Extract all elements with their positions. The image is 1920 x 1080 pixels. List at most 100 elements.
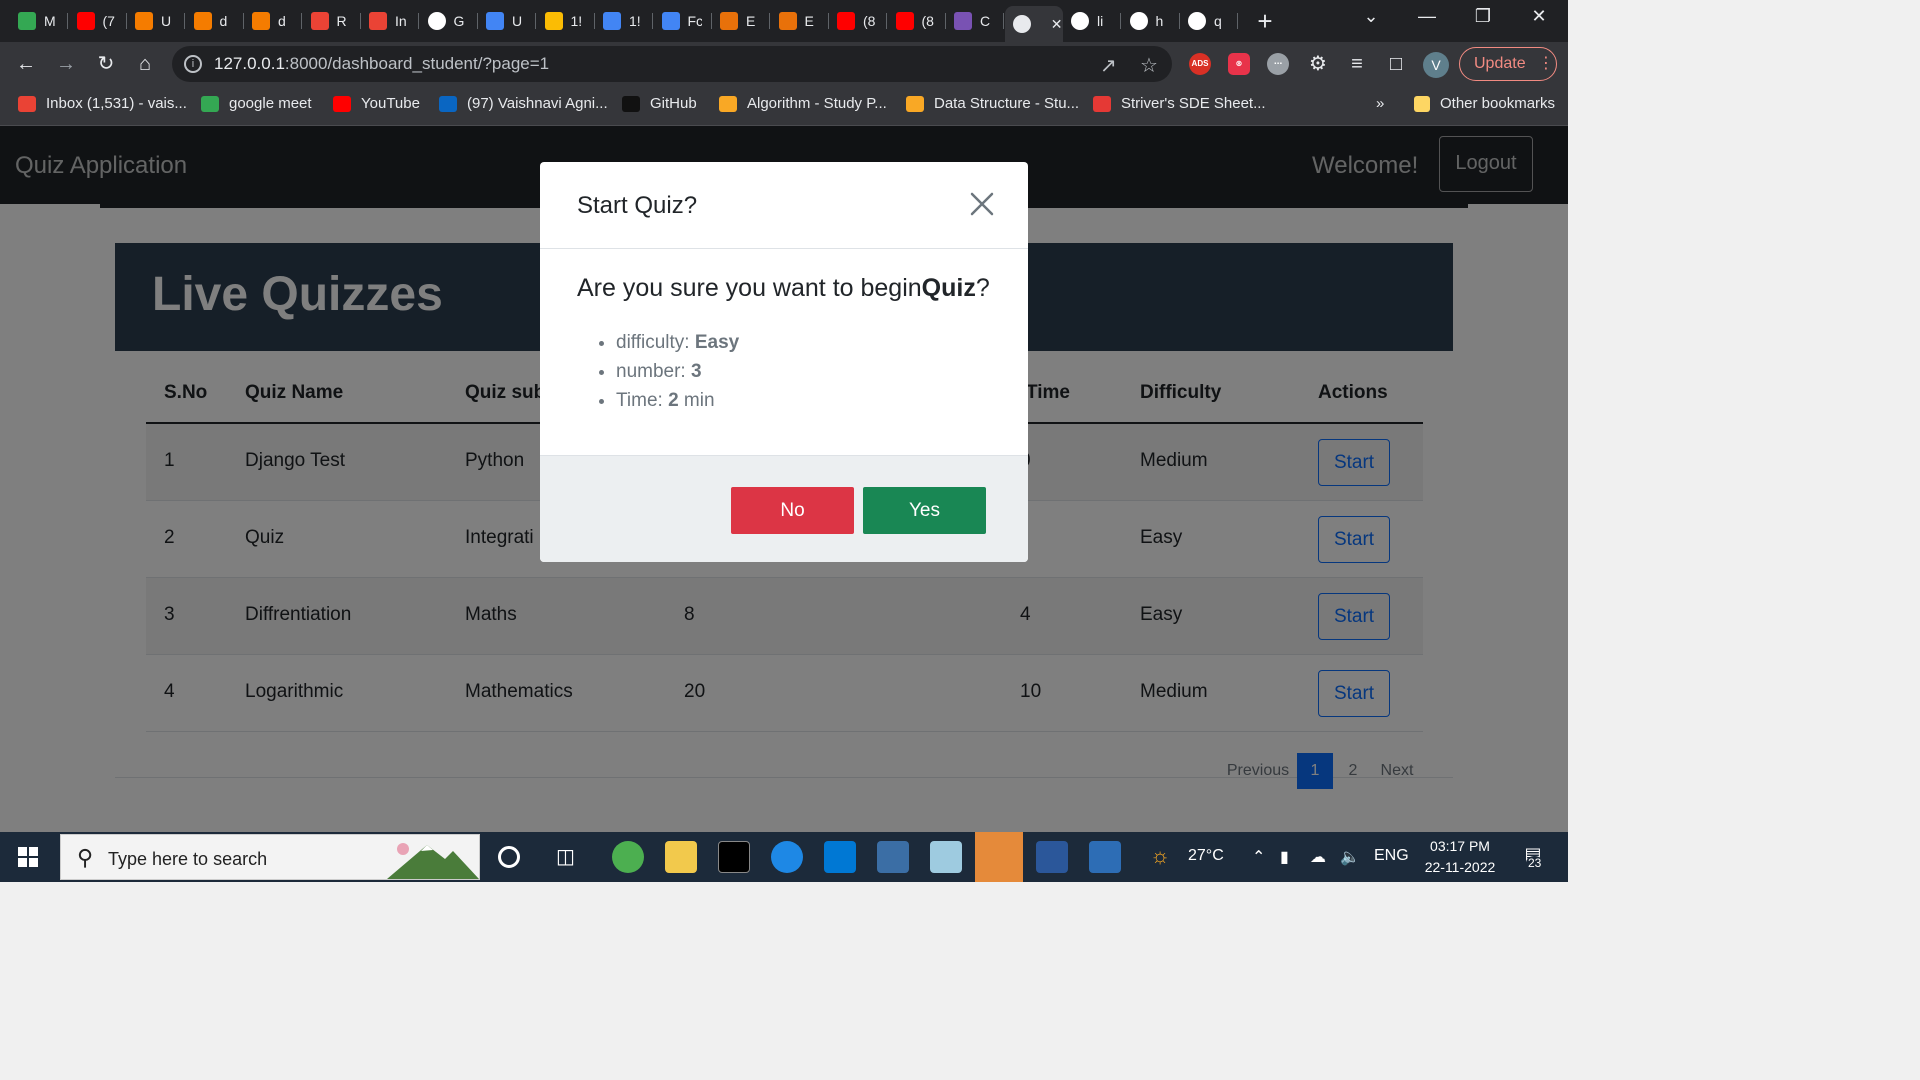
weather-temperature[interactable]: 27°C bbox=[1188, 847, 1224, 865]
site-info-icon[interactable]: i bbox=[184, 55, 202, 73]
update-label: Update bbox=[1474, 55, 1526, 72]
browser-tab[interactable]: C bbox=[946, 6, 1004, 36]
browser-tab[interactable]: li bbox=[1063, 6, 1121, 36]
extension-icon[interactable]: ⋯ bbox=[1267, 53, 1289, 75]
detail-value: 2 bbox=[668, 390, 679, 411]
photos-icon[interactable] bbox=[1089, 841, 1121, 873]
web-page: Quiz Application Welcome! Logout Live Qu… bbox=[0, 126, 1568, 832]
youtube-icon bbox=[895, 12, 914, 30]
browser-tab[interactable]: q bbox=[1180, 6, 1238, 36]
media-playlist-icon[interactable]: ≡ bbox=[1345, 52, 1369, 76]
modal-header: Start Quiz? bbox=[540, 162, 1028, 249]
bookmark-item[interactable]: YouTube bbox=[333, 95, 420, 112]
tab-title: 1! bbox=[629, 13, 641, 29]
notifications-icon[interactable]: ▤ 23 bbox=[1518, 844, 1548, 870]
cortana-icon[interactable] bbox=[498, 846, 520, 868]
minimize-icon[interactable]: — bbox=[1412, 6, 1442, 27]
algo-icon bbox=[135, 12, 153, 30]
drive-icon bbox=[544, 12, 563, 30]
bookmark-item[interactable]: Data Structure - Stu... bbox=[906, 95, 1079, 112]
browser-tab[interactable]: (8 bbox=[888, 6, 946, 36]
puzzle-extensions-icon[interactable]: ⚙ bbox=[1306, 52, 1330, 76]
browser-tab[interactable]: In bbox=[361, 6, 419, 36]
update-button[interactable]: Update ⋮ bbox=[1459, 47, 1557, 81]
task-view-icon[interactable]: ◫ bbox=[556, 844, 575, 869]
windows-start-icon[interactable] bbox=[18, 847, 38, 867]
tab-search-icon[interactable]: ⌄ bbox=[1356, 6, 1386, 27]
browser-tab[interactable]: G bbox=[420, 6, 478, 36]
word-icon[interactable] bbox=[1036, 841, 1068, 873]
browser-tab[interactable]: (8 bbox=[829, 6, 887, 36]
quiz-name: Quiz bbox=[921, 274, 976, 302]
side-panel-icon[interactable]: □ bbox=[1384, 52, 1408, 76]
file-explorer-icon[interactable] bbox=[665, 841, 697, 873]
share-icon[interactable]: ↗ bbox=[1100, 53, 1117, 78]
system-clock[interactable]: 03:17 PM 22-11-2022 bbox=[1410, 836, 1510, 878]
tab-title: (8 bbox=[863, 13, 876, 29]
browser-tab-strip: M (7 Ud d R In G U 1! 1! Fc E E (8 (8 C ✕ li h q + ⌄ — ❐ ✕ bbox=[0, 0, 1568, 42]
browser-tab[interactable]: E bbox=[771, 6, 829, 36]
adblock-extension-icon[interactable]: ADS bbox=[1189, 53, 1211, 75]
tab-title: G bbox=[453, 13, 465, 29]
vscode-icon[interactable] bbox=[824, 841, 856, 873]
bookmark-item[interactable]: Inbox (1,531) - vais... bbox=[18, 95, 187, 112]
browser-tab[interactable]: d bbox=[244, 6, 302, 36]
bookmark-star-icon[interactable]: ☆ bbox=[1140, 53, 1158, 78]
back-icon[interactable]: ← bbox=[14, 52, 38, 76]
bookmark-label: google meet bbox=[229, 95, 312, 112]
mysql-workbench-icon[interactable] bbox=[877, 841, 909, 873]
browser-tab[interactable]: R bbox=[303, 6, 361, 36]
forward-icon[interactable]: → bbox=[54, 52, 78, 76]
chrome-app-icon[interactable] bbox=[612, 841, 644, 873]
language-indicator[interactable]: ENG bbox=[1374, 847, 1409, 865]
volume-icon[interactable]: 🔈 bbox=[1340, 847, 1360, 867]
browser-tab[interactable]: M bbox=[10, 6, 68, 36]
reload-icon[interactable]: ↻ bbox=[94, 52, 118, 76]
yes-button[interactable]: Yes bbox=[863, 487, 986, 534]
extension-icon[interactable]: ⊗ bbox=[1228, 53, 1250, 75]
network-icon[interactable]: ☁ bbox=[1310, 847, 1326, 867]
bookmark-item[interactable]: Striver's SDE Sheet... bbox=[1093, 95, 1266, 112]
browser-tab[interactable]: (7 bbox=[69, 6, 127, 36]
app-icon[interactable] bbox=[930, 841, 962, 873]
edge-icon[interactable] bbox=[771, 841, 803, 873]
bookmark-item[interactable]: Algorithm - Study P... bbox=[719, 95, 887, 112]
terminal-icon[interactable] bbox=[718, 841, 750, 873]
home-icon[interactable]: ⌂ bbox=[133, 52, 157, 76]
browser-tab[interactable]: 1! bbox=[537, 6, 595, 36]
browser-tab[interactable]: h bbox=[1122, 6, 1180, 36]
close-window-icon[interactable]: ✕ bbox=[1524, 6, 1554, 27]
weather-icon[interactable]: ☼ bbox=[1150, 843, 1170, 869]
no-button[interactable]: No bbox=[731, 487, 854, 534]
new-tab-button[interactable]: + bbox=[1252, 8, 1278, 34]
taskbar-search-input[interactable]: ⚲ Type here to search bbox=[60, 834, 480, 880]
battery-icon[interactable]: ▮ bbox=[1280, 847, 1289, 867]
bookmark-item[interactable]: google meet bbox=[201, 95, 312, 112]
bookmark-item[interactable]: GitHub bbox=[622, 95, 697, 112]
active-app-icon[interactable] bbox=[975, 832, 1023, 882]
gmail-icon bbox=[310, 12, 329, 30]
address-bar[interactable]: i 127.0.0.1:8000/dashboard_student/?page… bbox=[172, 46, 1172, 82]
bookmark-item[interactable]: (97) Vaishnavi Agni... bbox=[439, 95, 608, 112]
restore-icon[interactable]: ❐ bbox=[1468, 6, 1498, 27]
tab-title: M bbox=[44, 13, 56, 29]
detail-label: Time: bbox=[616, 390, 669, 411]
browser-tab[interactable]: d bbox=[186, 6, 244, 36]
bookmarks-overflow-button[interactable]: » bbox=[1376, 95, 1384, 112]
other-bookmarks-folder[interactable]: Other bookmarks bbox=[1414, 95, 1555, 112]
tab-active[interactable]: ✕ bbox=[1004, 6, 1063, 42]
algo-icon bbox=[252, 12, 270, 30]
profile-avatar[interactable]: V bbox=[1423, 52, 1449, 78]
browser-tab[interactable]: U bbox=[478, 6, 536, 36]
browser-tab[interactable]: Fc bbox=[654, 6, 712, 36]
tab-title: q bbox=[1214, 13, 1222, 29]
browser-tab[interactable]: 1! bbox=[595, 6, 653, 36]
browser-tab[interactable]: U bbox=[127, 6, 185, 36]
modal-footer: No Yes bbox=[540, 455, 1028, 562]
close-tab-icon[interactable]: ✕ bbox=[1051, 16, 1063, 33]
url-text[interactable]: 127.0.0.1:8000/dashboard_student/?page=1 bbox=[214, 54, 549, 74]
browser-tab[interactable]: E bbox=[712, 6, 770, 36]
tray-chevron-icon[interactable]: ⌃ bbox=[1252, 847, 1265, 867]
menu-dots-icon[interactable]: ⋮ bbox=[1538, 55, 1554, 72]
close-icon[interactable] bbox=[964, 186, 1000, 222]
